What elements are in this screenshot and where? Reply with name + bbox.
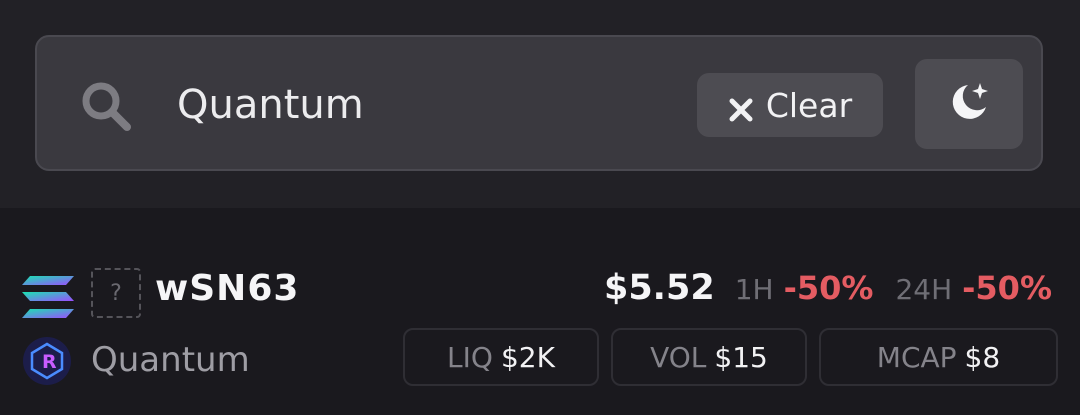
market-cap-chip: MCAP $8 [819, 328, 1058, 386]
market-cap-value: $8 [964, 340, 1001, 374]
market-cap-label: MCAP [876, 340, 957, 374]
volume-value: $15 [714, 340, 768, 374]
liquidity-chip: LIQ $2K [403, 328, 599, 386]
change-1h-value: -50% [783, 269, 874, 307]
token-result-row[interactable]: ? wSN63 R Quantum $5.52 1H -50% 24H -50%… [0, 208, 1080, 415]
search-bar-area: Clear [0, 0, 1080, 208]
moon-star-icon [946, 79, 992, 129]
liquidity-value: $2K [500, 340, 555, 374]
close-icon [728, 92, 754, 122]
volume-label: VOL [650, 340, 707, 374]
token-symbol: wSN63 [155, 268, 300, 309]
search-box[interactable]: Clear [35, 35, 1043, 171]
raydium-icon: R [22, 336, 72, 386]
clear-button-label: Clear [765, 85, 853, 125]
liquidity-label: LIQ [447, 340, 493, 374]
change-24h-value: -50% [962, 269, 1052, 307]
token-logo-placeholder: ? [91, 268, 141, 318]
change-1h-label: 1H [734, 273, 774, 306]
svg-text:R: R [42, 351, 57, 373]
token-price: $5.52 [603, 268, 715, 308]
clear-button[interactable]: Clear [697, 73, 883, 137]
solana-icon [22, 274, 74, 320]
price-line: $5.52 1H -50% 24H -50% [604, 268, 1052, 308]
search-input[interactable] [177, 73, 657, 137]
change-24h-label: 24H [895, 273, 953, 306]
token-name: Quantum [91, 340, 250, 380]
search-icon [79, 79, 133, 133]
theme-toggle-button[interactable] [915, 59, 1023, 149]
volume-chip: VOL $15 [611, 328, 807, 386]
